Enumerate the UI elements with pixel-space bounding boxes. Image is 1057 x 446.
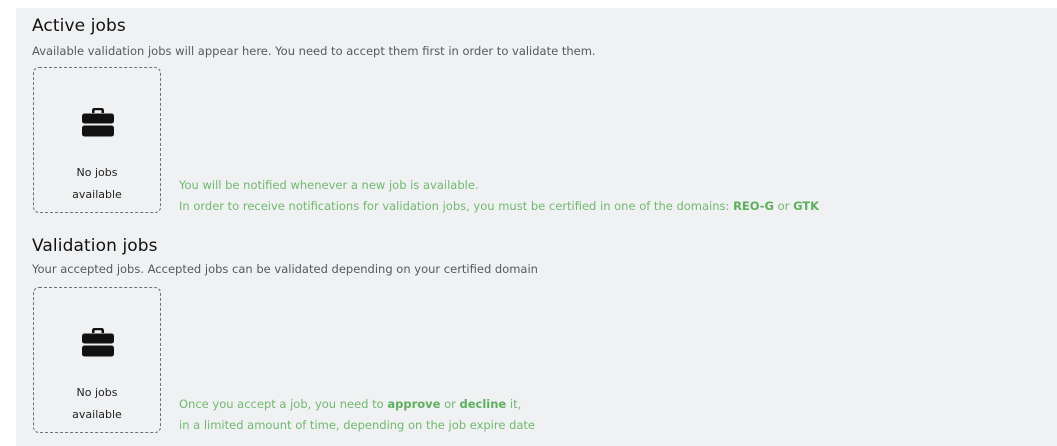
active-jobs-empty-state: No jobs available	[33, 67, 161, 213]
briefcase-icon	[82, 328, 114, 357]
active-jobs-description: Available validation jobs will appear he…	[32, 44, 596, 58]
empty-state-label: No jobs available	[34, 382, 160, 426]
approve-keyword: approve	[387, 397, 441, 411]
hint-line1-prefix: Once you accept a job, you need to	[179, 397, 388, 411]
domain-gtk: GTK	[793, 199, 820, 213]
empty-state-line2: available	[72, 188, 122, 201]
domain-reo-g: REO-G	[733, 199, 774, 213]
empty-state-label: No jobs available	[34, 162, 160, 206]
active-jobs-title: Active jobs	[32, 16, 126, 36]
jobs-panel: Active jobs Available validation jobs wi…	[16, 8, 1057, 446]
hint-line2: In order to receive notifications for va…	[179, 196, 819, 217]
validation-jobs-empty-state: No jobs available	[33, 287, 161, 433]
active-jobs-hint: You will be notified whenever a new job …	[179, 175, 819, 217]
hint-line1: Once you accept a job, you need to appro…	[179, 394, 535, 415]
empty-state-line2: available	[72, 408, 122, 421]
validation-jobs-title: Validation jobs	[32, 236, 158, 256]
empty-state-line1: No jobs	[76, 166, 118, 179]
hint-line2: in a limited amount of time, depending o…	[179, 418, 536, 432]
empty-state-line1: No jobs	[76, 386, 118, 399]
hint-connector: or	[440, 397, 460, 411]
hint-line1-suffix: it,	[506, 397, 522, 411]
hint-line1: You will be notified whenever a new job …	[179, 178, 479, 192]
validation-jobs-hint: Once you accept a job, you need to appro…	[179, 394, 535, 436]
validation-jobs-description: Your accepted jobs. Accepted jobs can be…	[32, 262, 538, 276]
hint-line2-prefix: In order to receive notifications for va…	[179, 199, 734, 213]
briefcase-icon	[82, 108, 114, 137]
hint-connector: or	[773, 199, 794, 213]
decline-keyword: decline	[459, 397, 507, 411]
